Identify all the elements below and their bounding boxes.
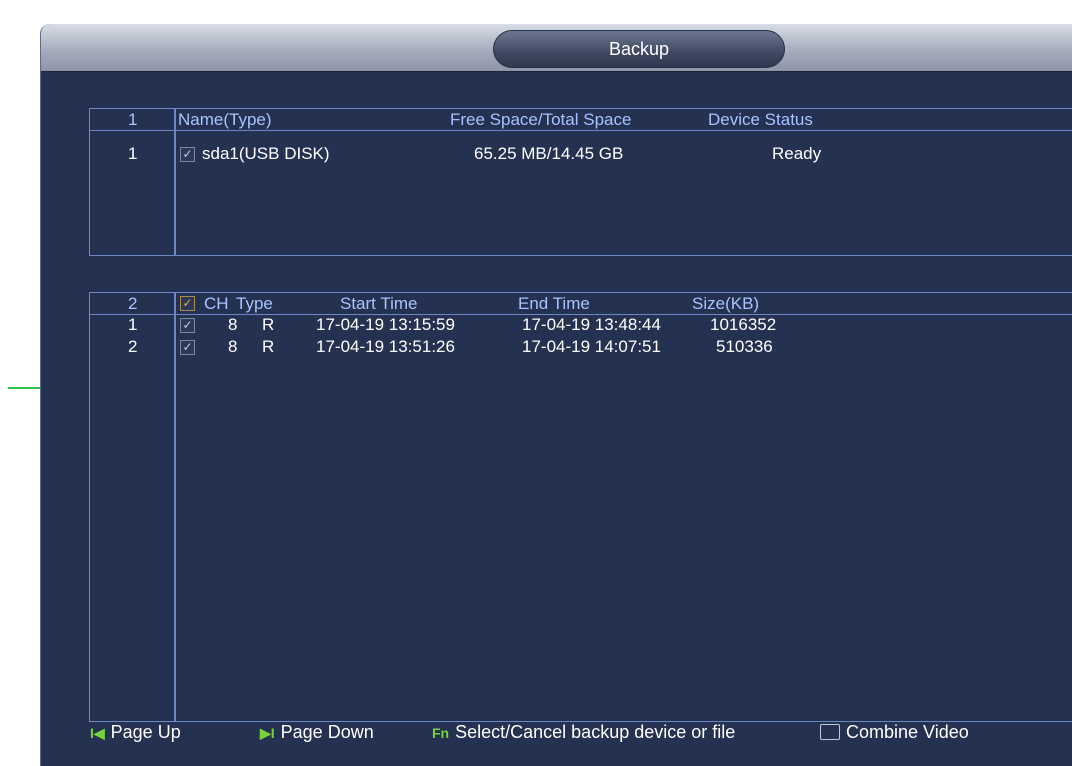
column-ch: CH — [204, 294, 229, 313]
file-type: R — [262, 337, 275, 356]
column-end-time: End Time — [518, 294, 590, 313]
page-down-button[interactable]: ▶I Page Down — [260, 722, 374, 743]
column-type: Type — [236, 294, 273, 313]
select-all-checkbox[interactable]: ✓ — [180, 296, 195, 311]
page-up-button[interactable]: I◀ Page Up — [90, 722, 181, 743]
file-size: 510336 — [716, 337, 773, 356]
combine-video-label: Combine Video — [846, 722, 969, 742]
device-row-index: 1 — [128, 144, 138, 163]
page-up-label: Page Up — [110, 722, 181, 742]
file-ch: 8 — [228, 315, 238, 334]
device-status: Ready — [772, 144, 822, 163]
file-end-time: 17-04-19 13:48:44 — [522, 315, 661, 334]
file-start-time: 17-04-19 13:51:26 — [316, 337, 455, 356]
column-device-status: Device Status — [708, 110, 813, 129]
fn-key-icon: Fn — [432, 725, 450, 741]
file-start-time: 17-04-19 13:15:59 — [316, 315, 455, 334]
column-free-total-space: Free Space/Total Space — [450, 110, 632, 129]
device-table-divider — [174, 109, 176, 255]
page-down-label: Page Down — [280, 722, 374, 742]
device-space: 65.25 MB/14.45 GB — [474, 144, 624, 163]
file-table-divider — [174, 293, 176, 721]
backup-window: Backup 1 Name(Type) Free Space/Total Spa… — [40, 24, 1072, 766]
file-type: R — [262, 315, 275, 334]
device-index-header: 1 — [128, 110, 138, 129]
file-size: 1016352 — [710, 315, 777, 334]
file-row-index: 2 — [128, 337, 138, 356]
file-ch: 8 — [228, 337, 238, 356]
combine-video-checkbox[interactable] — [820, 724, 840, 740]
title-bar: Backup — [41, 24, 1072, 72]
select-cancel-hint: Fn Select/Cancel backup device or file — [432, 722, 735, 743]
file-checkbox[interactable]: ✓ — [180, 318, 195, 333]
file-table: 2 ✓ CH Type Start Time End Time Size(KB)… — [89, 292, 1072, 722]
file-row-index: 1 — [128, 315, 138, 334]
device-table: 1 Name(Type) Free Space/Total Space Devi… — [89, 108, 1072, 256]
column-name-type: Name(Type) — [178, 110, 272, 129]
combine-video-toggle[interactable]: Combine Video — [820, 722, 969, 743]
file-index-header: 2 — [128, 294, 138, 313]
column-start-time: Start Time — [340, 294, 418, 313]
page-up-icon: I◀ — [90, 725, 105, 741]
green-guide-line — [8, 387, 42, 389]
file-end-time: 17-04-19 14:07:51 — [522, 337, 661, 356]
file-checkbox[interactable]: ✓ — [180, 340, 195, 355]
device-name: sda1(USB DISK) — [202, 144, 330, 163]
select-cancel-label: Select/Cancel backup device or file — [455, 722, 736, 742]
column-size: Size(KB) — [692, 294, 760, 313]
page-down-icon: ▶I — [260, 725, 275, 741]
window-title: Backup — [493, 30, 785, 68]
device-checkbox[interactable]: ✓ — [180, 147, 195, 162]
